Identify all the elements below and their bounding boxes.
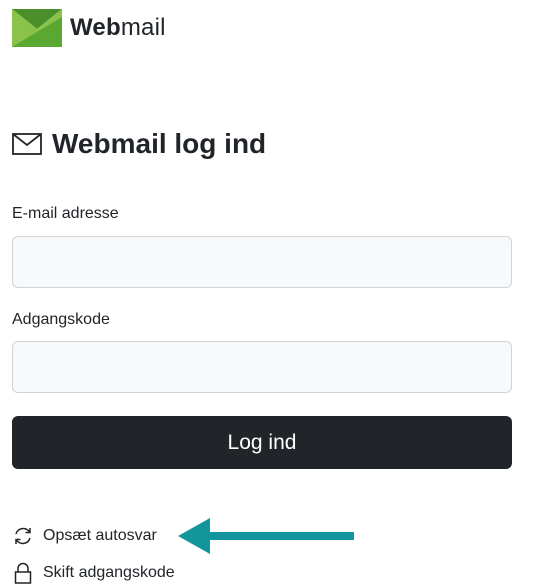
lock-icon bbox=[14, 562, 32, 584]
webmail-logo-icon bbox=[12, 9, 62, 47]
refresh-icon bbox=[15, 527, 31, 545]
password-label: Adgangskode bbox=[12, 311, 110, 328]
email-label: E-mail adresse bbox=[12, 205, 119, 222]
logo-text-regular: mail bbox=[120, 14, 166, 41]
autoreply-link[interactable]: Opsæt autosvar bbox=[12, 525, 157, 547]
envelope-icon bbox=[12, 133, 42, 155]
email-field[interactable] bbox=[12, 236, 512, 288]
logo-text-bold: Web bbox=[70, 14, 121, 41]
login-button[interactable]: Log ind bbox=[12, 416, 512, 469]
logo-text: Webmail bbox=[70, 14, 166, 42]
change-password-label: Skift adgangskode bbox=[43, 564, 175, 581]
page-title: Webmail log ind bbox=[52, 128, 267, 159]
password-field[interactable] bbox=[12, 341, 512, 393]
page-title-row: Webmail log ind bbox=[12, 128, 266, 160]
logo: Webmail bbox=[12, 9, 166, 47]
autoreply-label: Opsæt autosvar bbox=[43, 527, 157, 544]
arrow-left-icon bbox=[178, 518, 354, 554]
login-page: Webmail Webmail log ind E-mail adresse A… bbox=[0, 0, 536, 585]
change-password-link[interactable]: Skift adgangskode bbox=[12, 562, 175, 584]
